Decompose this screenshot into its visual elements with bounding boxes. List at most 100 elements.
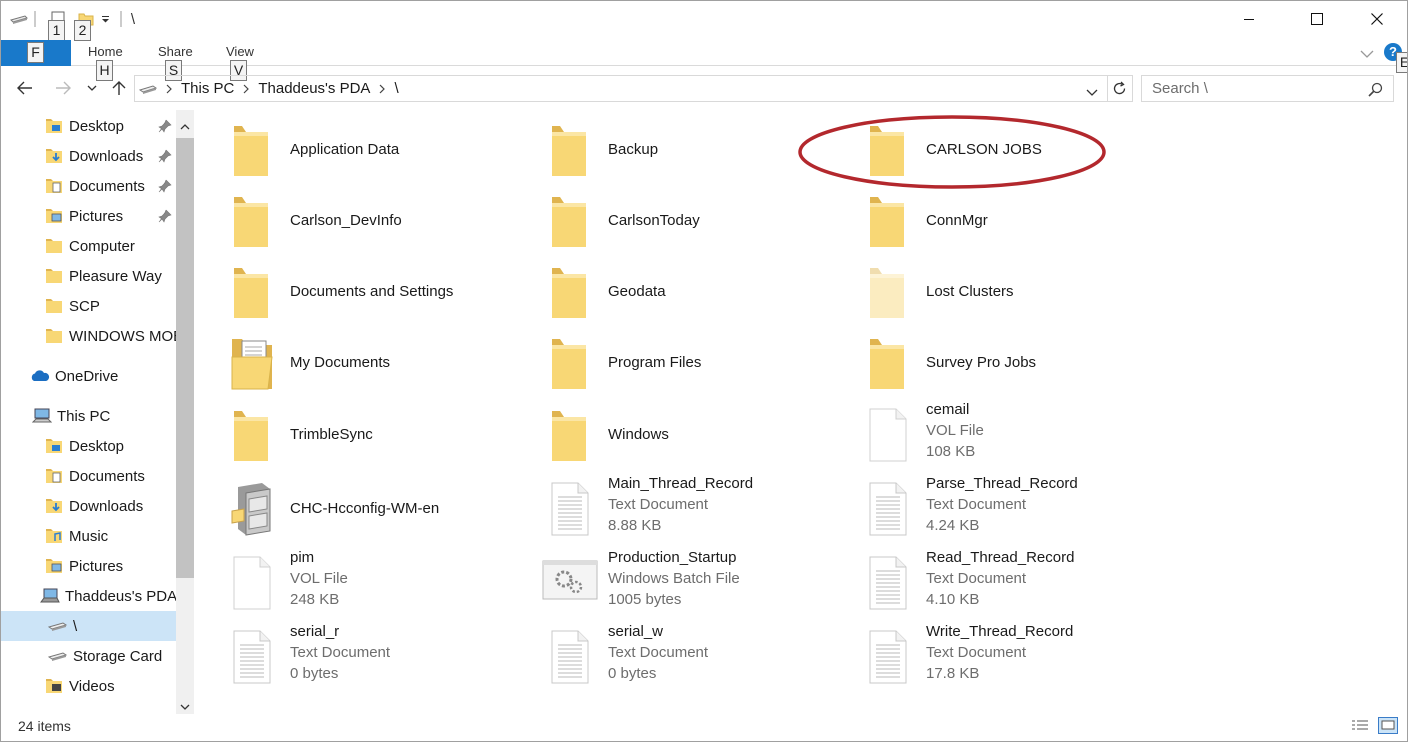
search-icon[interactable] bbox=[1368, 82, 1383, 101]
nav-item[interactable]: Computer bbox=[0, 231, 176, 261]
file-item[interactable]: Parse_Thread_Record Text Document 4.24 KB bbox=[836, 475, 1146, 541]
file-list[interactable]: Application Data Backup CARLSON JOBS Car… bbox=[200, 110, 1408, 714]
file-item[interactable]: Documents and Settings bbox=[200, 258, 510, 324]
nav-item[interactable]: Storage Card bbox=[0, 641, 176, 671]
breadcrumb-this-pc[interactable]: This PC bbox=[177, 80, 238, 97]
file-type: VOL File bbox=[926, 422, 984, 439]
file-item[interactable]: TrimbleSync bbox=[200, 401, 510, 467]
nav-item[interactable]: Music bbox=[0, 521, 176, 551]
nav-item-label: Pictures bbox=[69, 557, 124, 575]
nav-item[interactable]: Documents bbox=[0, 171, 176, 201]
drive-icon[interactable] bbox=[8, 8, 30, 30]
details-view-icon[interactable] bbox=[1351, 719, 1369, 737]
file-item[interactable]: ConnMgr bbox=[836, 187, 1146, 253]
nav-item[interactable]: Desktop bbox=[0, 111, 176, 141]
close-button[interactable] bbox=[1354, 0, 1400, 38]
nav-item[interactable]: This PC bbox=[0, 401, 176, 431]
file-size: 17.8 KB bbox=[926, 665, 980, 682]
tab-view[interactable]: View bbox=[226, 44, 254, 59]
nav-item[interactable]: WINDOWS MOB bbox=[0, 321, 176, 351]
nav-item[interactable]: Pleasure Way bbox=[0, 261, 176, 291]
file-item[interactable]: serial_r Text Document 0 bytes bbox=[200, 623, 510, 689]
navigation-pane[interactable]: Desktop Downloads Documents Pictures Com… bbox=[0, 110, 198, 714]
file-item[interactable]: cemail VOL File 108 KB bbox=[836, 401, 1146, 467]
minimize-button[interactable] bbox=[1226, 0, 1272, 38]
file-name: Main_Thread_Record bbox=[608, 475, 754, 492]
file-item[interactable]: Lost Clusters bbox=[836, 258, 1146, 324]
scroll-up-icon[interactable] bbox=[180, 117, 190, 134]
search-input[interactable]: Search \ bbox=[1141, 75, 1394, 102]
text-file-icon bbox=[864, 481, 912, 537]
address-dropdown-icon[interactable] bbox=[1086, 84, 1098, 101]
file-item[interactable]: Carlson_DevInfo bbox=[200, 187, 510, 253]
tab-home[interactable]: Home bbox=[88, 44, 123, 59]
file-tab[interactable]: F bbox=[0, 40, 71, 66]
nav-scrollbar[interactable] bbox=[176, 110, 194, 714]
breadcrumb-root[interactable]: \ bbox=[390, 80, 402, 97]
file-item[interactable]: Application Data bbox=[200, 116, 510, 182]
file-item[interactable]: pim VOL File 248 KB bbox=[200, 549, 510, 615]
file-item[interactable]: My Documents bbox=[200, 329, 510, 395]
file-name: serial_r bbox=[290, 623, 340, 640]
nav-item[interactable]: Videos bbox=[0, 671, 176, 701]
drive-icon bbox=[48, 617, 68, 635]
scroll-down-icon[interactable] bbox=[180, 698, 190, 714]
nav-item[interactable]: Pictures bbox=[0, 201, 176, 231]
customize-toolbar-icon[interactable] bbox=[98, 8, 112, 30]
nav-item[interactable]: OneDrive bbox=[0, 361, 176, 391]
tab-share[interactable]: Share bbox=[158, 44, 193, 59]
blank-file-icon bbox=[864, 407, 912, 463]
forward-button[interactable] bbox=[51, 76, 75, 100]
nav-item[interactable]: Downloads bbox=[0, 141, 176, 171]
breadcrumb-pda[interactable]: Thaddeus's PDA bbox=[254, 80, 374, 97]
file-item[interactable]: Geodata bbox=[518, 258, 828, 324]
file-item[interactable]: Program Files bbox=[518, 329, 828, 395]
back-button[interactable] bbox=[13, 76, 37, 100]
file-size: 248 KB bbox=[290, 591, 340, 608]
file-item[interactable]: Windows bbox=[518, 401, 828, 467]
address-bar[interactable]: This PC Thaddeus's PDA \ bbox=[134, 75, 1133, 102]
nav-item[interactable]: Downloads bbox=[0, 491, 176, 521]
recent-locations-button[interactable] bbox=[82, 76, 102, 100]
maximize-button[interactable] bbox=[1294, 0, 1340, 38]
videos-folder-icon bbox=[44, 677, 64, 695]
nav-item[interactable]: Thaddeus's PDA bbox=[0, 581, 176, 611]
file-item[interactable]: Production_Startup Windows Batch File 1005… bbox=[518, 549, 828, 615]
ribbon-tabs: F Home H Share S View V ? E bbox=[0, 40, 1408, 81]
folder-icon bbox=[44, 297, 64, 315]
breadcrumb-chevron-icon[interactable] bbox=[374, 84, 390, 94]
pin-icon[interactable] bbox=[158, 179, 172, 193]
nav-scroll-thumb[interactable] bbox=[176, 138, 194, 578]
pin-icon[interactable] bbox=[158, 209, 172, 223]
nav-item[interactable]: Pictures bbox=[0, 551, 176, 581]
file-item[interactable]: Write_Thread_Record Text Document 17.8 KB bbox=[836, 623, 1146, 689]
up-button[interactable] bbox=[107, 76, 131, 100]
large-icons-view-icon[interactable] bbox=[1378, 717, 1398, 734]
pin-icon[interactable] bbox=[158, 149, 172, 163]
nav-item[interactable]: \ bbox=[0, 611, 176, 641]
file-item[interactable]: Main_Thread_Record Text Document 8.88 KB bbox=[518, 475, 828, 541]
search-placeholder: Search \ bbox=[1152, 80, 1208, 97]
file-item[interactable]: Backup bbox=[518, 116, 828, 182]
annotation-circle bbox=[798, 115, 1106, 189]
file-item[interactable]: Read_Thread_Record Text Document 4.10 KB bbox=[836, 549, 1146, 615]
nav-item-label: Computer bbox=[69, 237, 135, 255]
nav-item[interactable]: SCP bbox=[0, 291, 176, 321]
downloads-folder-icon bbox=[44, 147, 64, 165]
expand-ribbon-icon[interactable] bbox=[1360, 46, 1374, 58]
breadcrumb-chevron-icon[interactable] bbox=[238, 84, 254, 94]
folder-icon bbox=[864, 193, 912, 249]
file-item[interactable]: CHC-Hcconfig-WM-en bbox=[200, 475, 510, 541]
folder-icon bbox=[546, 335, 594, 391]
file-item[interactable]: CarlsonToday bbox=[518, 187, 828, 253]
nav-item[interactable]: Documents bbox=[0, 461, 176, 491]
pin-icon[interactable] bbox=[158, 119, 172, 133]
refresh-icon[interactable] bbox=[1112, 81, 1127, 100]
file-item[interactable]: Survey Pro Jobs bbox=[836, 329, 1146, 395]
pictures-folder-icon bbox=[44, 207, 64, 225]
file-name: Carlson_DevInfo bbox=[290, 212, 402, 229]
breadcrumb-chevron-icon[interactable] bbox=[161, 84, 177, 94]
file-item[interactable]: serial_w Text Document 0 bytes bbox=[518, 623, 828, 689]
folder-icon bbox=[228, 407, 276, 463]
nav-item[interactable]: Desktop bbox=[0, 431, 176, 461]
